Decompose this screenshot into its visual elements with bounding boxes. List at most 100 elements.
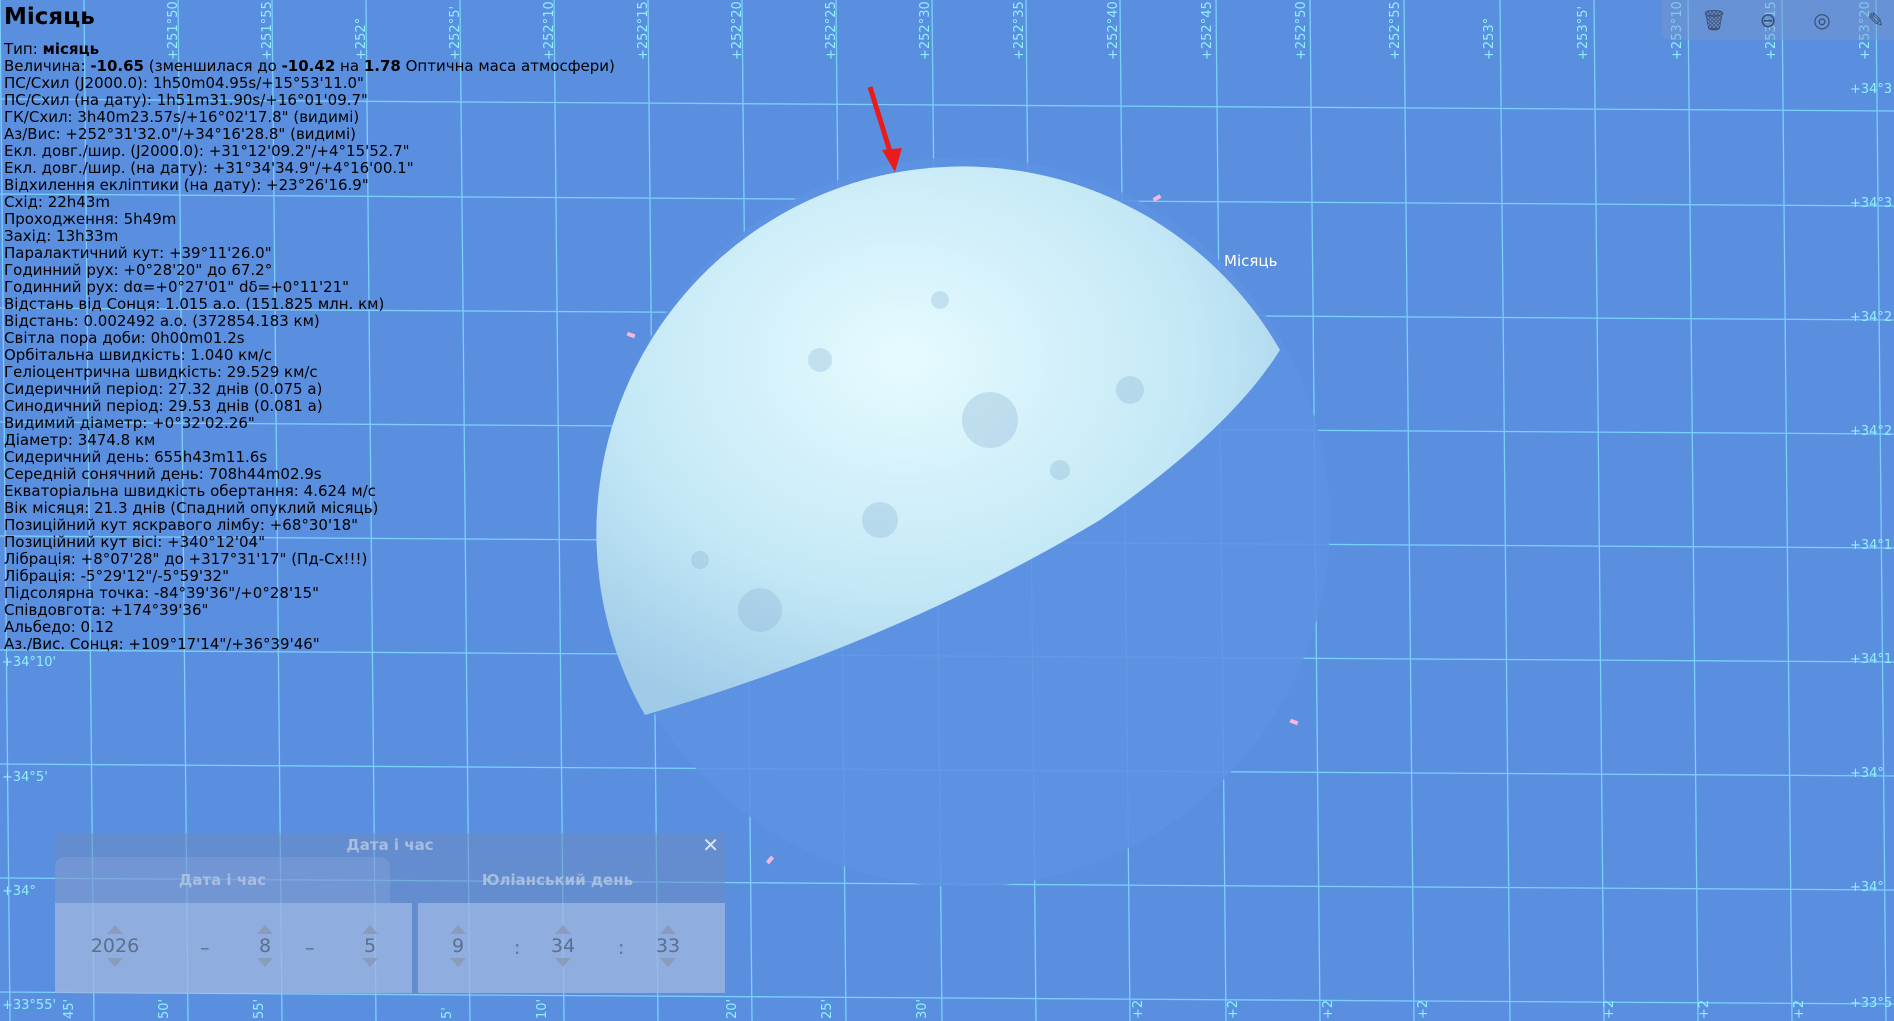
second-value[interactable]: 33	[648, 934, 688, 958]
info-row: Годинний рух: dα=+0°27'01" dδ=+0°11'21"	[4, 278, 350, 296]
info-row: Геліоцентрична швидкість: 29.529 км/с	[4, 363, 318, 381]
month-up-icon[interactable]	[257, 925, 273, 934]
info-row: Екваторіальна швидкість обертання: 4.624…	[4, 482, 376, 500]
grid-coordinate-label: +2	[1792, 999, 1807, 1019]
info-row: Відстань: 0.002492 a.o. (372854.183 км)	[4, 312, 320, 330]
target-icon[interactable]: ◎	[1808, 6, 1836, 34]
day-spinner[interactable]: 5	[350, 903, 390, 993]
date-separator: –	[200, 937, 210, 959]
time-separator: :	[618, 937, 625, 959]
info-row: Проходження: 5h49m	[4, 210, 177, 228]
info-row: ПС/Схил (на дату): 1h51m31.90s/+16°01'09…	[4, 91, 368, 109]
info-row: Схід: 22h43m	[4, 193, 111, 211]
month-down-icon[interactable]	[257, 958, 273, 967]
day-value[interactable]: 5	[350, 934, 390, 958]
dialog-title[interactable]: Дата і час	[55, 833, 725, 857]
date-time-dialog: Дата і час ✕ Дата і час Юліанський день …	[55, 833, 725, 993]
grid-coordinate-label: 50'	[157, 998, 172, 1019]
info-row: Відхилення екліптики (на дату): +23°26'1…	[4, 176, 369, 194]
hour-value[interactable]: 9	[438, 934, 478, 958]
tab-date-time[interactable]: Дата і час	[55, 857, 390, 903]
year-spinner[interactable]: 2026	[85, 903, 145, 993]
trash-icon[interactable]: 🗑	[1700, 6, 1728, 34]
grid-coordinate-label: +2	[1697, 999, 1712, 1019]
info-row: Аз./Вис. Сонця: +109°17'14"/+36°39'46"	[4, 635, 320, 653]
wrench-icon[interactable]: ✎	[1862, 6, 1890, 34]
grid-coordinate-label: +252°25'	[824, 0, 839, 60]
grid-coordinate-label: +34°1	[1850, 538, 1893, 553]
info-row: Діаметр: 3474.8 км	[4, 431, 156, 449]
airmass-value: 1.78	[363, 57, 401, 75]
minute-up-icon[interactable]	[555, 925, 571, 934]
info-row: ГК/Схил: 3h40m23.57s/+16°02'17.8" (видим…	[4, 108, 360, 126]
year-up-icon[interactable]	[107, 925, 123, 934]
info-row: Сидеричний період: 27.32 днів (0.075 a)	[4, 380, 323, 398]
month-value[interactable]: 8	[245, 934, 285, 958]
date-spinners: 2026 – 8 – 5	[55, 903, 412, 993]
grid-coordinate-label: 25'	[820, 998, 835, 1019]
grid-coordinate-label: +252°30'	[918, 0, 933, 60]
info-row: Позиційний кут яскравого лімбу: +68°30'1…	[4, 516, 359, 534]
grid-coordinate-label: 10'	[535, 998, 550, 1019]
info-row: Видимий діаметр: +0°32'02.26"	[4, 414, 255, 432]
day-down-icon[interactable]	[362, 958, 378, 967]
grid-coordinate-label: +34°2	[1850, 310, 1893, 325]
info-row: Світла пора доби: 0h00m01.2s	[4, 329, 245, 347]
hour-up-icon[interactable]	[450, 925, 466, 934]
tab-julian-day[interactable]: Юліанський день	[390, 857, 725, 903]
magnitude-mid1: (зменшилася до	[148, 57, 277, 75]
grid-coordinate-label: +34°3	[1850, 196, 1893, 211]
info-row: Годинний рух: +0°28'20" до 67.2°	[4, 261, 273, 279]
grid-coordinate-label: +252°35'	[1012, 0, 1027, 60]
sky-object-label[interactable]: Місяць	[1224, 252, 1277, 270]
hour-down-icon[interactable]	[450, 958, 466, 967]
grid-coordinate-label: 20'	[725, 998, 740, 1019]
info-row: Співдовгота: +174°39'36"	[4, 601, 209, 619]
grid-coordinate-label: 5'	[440, 1007, 455, 1019]
date-separator: –	[305, 937, 315, 959]
grid-coordinate-label: +2	[1416, 999, 1431, 1019]
minute-spinner[interactable]: 34	[543, 903, 583, 993]
grid-coordinate-label: +252°40'	[1106, 0, 1121, 60]
grid-coordinate-label: +252°50'	[1294, 0, 1309, 60]
grid-coordinate-label: 45'	[62, 998, 77, 1019]
object-title: Місяць	[4, 4, 95, 30]
grid-coordinate-label: +253°	[1482, 17, 1497, 60]
info-row: Підсолярна точка: -84°39'36"/+0°28'15"	[4, 584, 320, 602]
info-rows: ПС/Схил (J2000.0): 1h50m04.95s/+15°53'11…	[4, 75, 615, 653]
close-icon[interactable]: ✕	[702, 835, 719, 855]
grid-coordinate-label: +34°1	[1850, 652, 1893, 667]
disc-icon[interactable]: ⊖	[1754, 6, 1782, 34]
top-right-toolbar: 🗑 ⊖ ◎ ✎	[1662, 0, 1894, 40]
info-type: Тип: місяць	[4, 41, 615, 58]
grid-coordinate-label: +34°5'	[2, 770, 48, 785]
year-value[interactable]: 2026	[85, 934, 145, 958]
info-row: Синодичний період: 29.53 днів (0.081 a)	[4, 397, 323, 415]
info-row: Екл. довг./шир. (на дату): +31°34'34.9"/…	[4, 159, 414, 177]
second-down-icon[interactable]	[660, 958, 676, 967]
info-row: Середній сонячний день: 708h44m02.9s	[4, 465, 322, 483]
info-row: ПС/Схил (J2000.0): 1h50m04.95s/+15°53'11…	[4, 74, 364, 92]
info-row: Позиційний кут вісі: +340°12'04"	[4, 533, 265, 551]
month-spinner[interactable]: 8	[245, 903, 285, 993]
info-row: Лібрація: -5°29'12"/-5°59'32"	[4, 567, 229, 585]
grid-coordinate-label: +33°5	[1850, 996, 1893, 1011]
grid-coordinate-label: +34°	[2, 884, 36, 899]
magnitude-tail: Оптична маса атмосфери)	[405, 57, 615, 75]
grid-coordinate-label: +34°3	[1850, 82, 1893, 97]
magnitude-label: Величина:	[4, 57, 86, 75]
second-up-icon[interactable]	[660, 925, 676, 934]
second-spinner[interactable]: 33	[648, 903, 688, 993]
hour-spinner[interactable]: 9	[438, 903, 478, 993]
grid-coordinate-label: +34°10'	[2, 655, 57, 670]
year-down-icon[interactable]	[107, 958, 123, 967]
minute-down-icon[interactable]	[555, 958, 571, 967]
grid-coordinate-label: +2	[1131, 999, 1146, 1019]
grid-coordinate-label: +34°	[1850, 766, 1884, 781]
minute-value[interactable]: 34	[543, 934, 583, 958]
time-separator: :	[514, 937, 521, 959]
magnitude-value: -10.65	[90, 57, 144, 75]
day-up-icon[interactable]	[362, 925, 378, 934]
info-row: Альбедо: 0.12	[4, 618, 114, 636]
magnitude-mid2: на	[340, 57, 360, 75]
